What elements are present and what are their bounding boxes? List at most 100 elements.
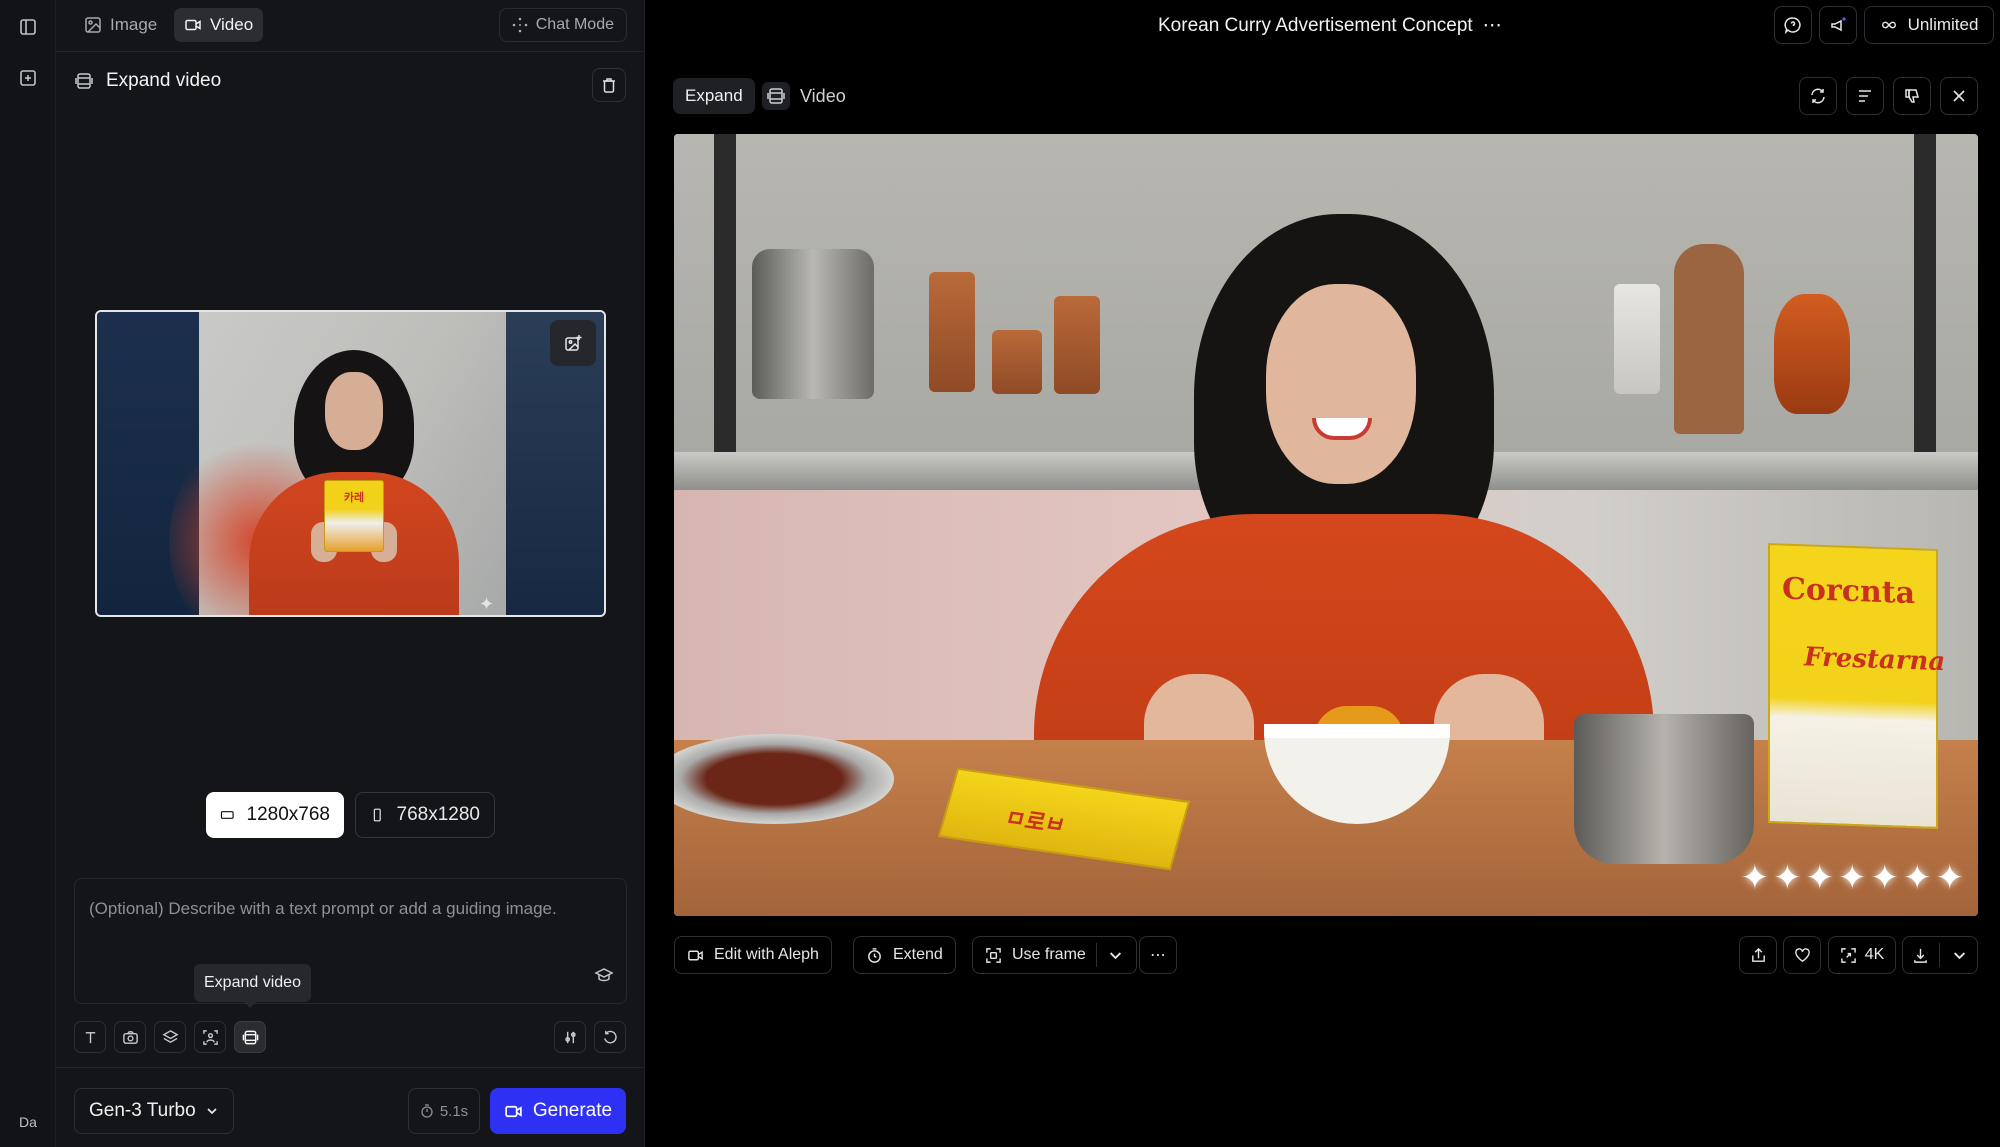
close-icon (1953, 90, 1965, 102)
heart-icon (1794, 947, 1810, 962)
more-icon: ⋯ (1150, 947, 1166, 964)
chevron-down-icon (207, 1108, 217, 1115)
extend-button[interactable]: Extend (853, 936, 956, 974)
upscale-icon (1840, 947, 1856, 963)
edit-with-aleph-label: Edit with Aleph (714, 946, 819, 963)
panel-title: Expand video (106, 70, 222, 91)
camera-tool-button[interactable] (114, 1021, 146, 1053)
video-type-text: Video (800, 85, 846, 106)
image-add-icon (565, 335, 582, 351)
tab-image[interactable]: Image (74, 8, 167, 42)
frame-capture-icon (986, 947, 1001, 963)
share-icon (1751, 947, 1765, 962)
add-image-button[interactable] (550, 320, 596, 366)
download-button[interactable] (1902, 936, 1978, 974)
scene-pot (1574, 714, 1754, 864)
panel-topbar: Image Video Chat Mode (56, 0, 645, 52)
prompt-tools-right (554, 1021, 626, 1053)
dislike-button[interactable] (1893, 77, 1931, 115)
chevron-down-icon[interactable] (1107, 947, 1124, 964)
learn-icon[interactable] (594, 965, 614, 985)
use-frame-button[interactable]: Use frame (972, 936, 1137, 974)
duration-label: 5.1s (439, 1102, 469, 1120)
scene-jar (992, 330, 1042, 394)
divider (1095, 943, 1097, 967)
generate-button[interactable]: Generate (490, 1088, 626, 1134)
sparkle-icon (512, 17, 528, 33)
left-rail: Da (0, 0, 56, 1147)
panel-header: Expand video (74, 70, 221, 92)
prompt-input[interactable]: (Optional) Describe with a text prompt o… (74, 878, 627, 1004)
scene-jar (1614, 284, 1660, 394)
video-icon (185, 19, 201, 31)
video-icon (505, 1105, 522, 1117)
scene-vase (1774, 294, 1850, 414)
resolution-landscape-button[interactable]: 1280x768 (206, 792, 344, 838)
project-title[interactable]: Korean Curry Advertisement Concept ⋯ (1158, 14, 1502, 37)
text-tool-button[interactable] (74, 1021, 106, 1053)
scene-jar (929, 272, 975, 392)
trash-icon (603, 78, 615, 93)
expand-video-icon (762, 82, 790, 110)
share-button[interactable] (1739, 936, 1777, 974)
plus-square-icon (20, 70, 36, 86)
scene-product-package: Corcnta Frestarna (1768, 543, 1945, 829)
more-actions-button[interactable]: ⋯ (1139, 936, 1177, 974)
scene-shelf-post (714, 134, 736, 474)
layers-icon (161, 1029, 179, 1043)
expand-video-icon (75, 73, 93, 89)
generate-bar: Gen-3 Turbo 5.1s Generate (56, 1067, 645, 1147)
text-align-icon (1859, 90, 1871, 102)
sparkle-icon: ✦✦✦✦✦✦✦ (1740, 859, 1968, 897)
landscape-icon (220, 811, 234, 819)
scene-product-subtitle: Frestarna (1804, 642, 1946, 678)
text-icon (85, 1031, 95, 1043)
sidebar-toggle-button[interactable] (12, 11, 44, 43)
video-icon (688, 950, 703, 960)
feedback-button[interactable] (1774, 6, 1812, 44)
subject-tool-button[interactable] (194, 1021, 226, 1053)
timer-icon (868, 947, 881, 963)
sliders-icon (564, 1031, 576, 1043)
new-session-button[interactable] (12, 62, 44, 94)
duration-indicator: 5.1s (408, 1088, 480, 1134)
reset-button[interactable] (594, 1021, 626, 1053)
edit-with-aleph-button[interactable]: Edit with Aleph (674, 936, 832, 974)
chat-mode-button[interactable]: Chat Mode (498, 8, 627, 42)
announcements-button[interactable] (1819, 6, 1857, 44)
video-player[interactable]: ㅁ로ㅂ Corcnta Frestarna ✦✦✦✦✦✦✦ (674, 134, 1978, 916)
expand-tool-button[interactable] (234, 1021, 266, 1053)
plan-label: Unlimited (1907, 15, 1979, 34)
scene-cutting-board (1674, 244, 1744, 434)
delete-button[interactable] (592, 68, 626, 102)
generation-panel: Image Video Chat Mode Expand video 카레 ✦ … (56, 0, 645, 1147)
upscale-4k-button[interactable]: 4K (1828, 936, 1896, 974)
settings-tool-button[interactable] (554, 1021, 586, 1053)
close-button[interactable] (1940, 77, 1978, 115)
expand-video-icon (242, 1030, 258, 1044)
portrait-icon (373, 808, 381, 822)
resolution-landscape-label: 1280x768 (246, 804, 330, 825)
layers-tool-button[interactable] (154, 1021, 186, 1053)
details-button[interactable] (1846, 77, 1884, 115)
resolution-portrait-button[interactable]: 768x1280 (355, 792, 495, 838)
plan-button[interactable]: Unlimited (1864, 6, 1994, 44)
tab-image-label: Image (110, 15, 158, 34)
user-avatar[interactable]: Da (0, 1114, 56, 1130)
prompt-tools (74, 1021, 266, 1053)
expand-preview-frame[interactable]: 카레 ✦ (95, 310, 606, 617)
model-select[interactable]: Gen-3 Turbo (74, 1088, 234, 1134)
prompt-placeholder: (Optional) Describe with a text prompt o… (89, 899, 557, 918)
resolution-portrait-label: 768x1280 (396, 804, 480, 825)
focus-person-icon (202, 1029, 218, 1045)
tab-video[interactable]: Video (174, 8, 264, 42)
download-icon (1914, 948, 1928, 963)
favorite-button[interactable] (1783, 936, 1821, 974)
scene-kettle (752, 249, 874, 399)
scene-product-box-text: ㅁ로ㅂ (1002, 804, 1069, 839)
regenerate-button[interactable] (1799, 77, 1837, 115)
scene-subject-face (1266, 284, 1416, 484)
infinity-icon (1881, 21, 1896, 29)
frame-product-text: 카레 (343, 492, 365, 504)
more-icon[interactable]: ⋯ (1483, 14, 1502, 37)
